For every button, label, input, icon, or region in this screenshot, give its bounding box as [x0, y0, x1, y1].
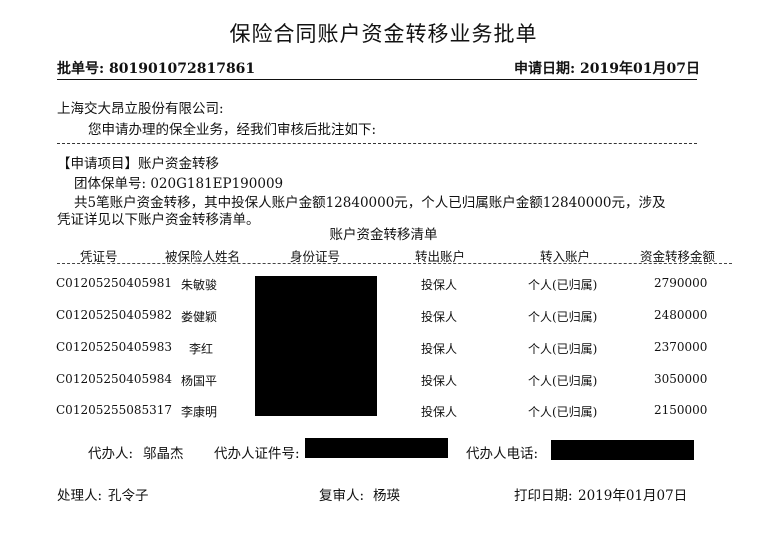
date-label: 申请日期:	[514, 61, 576, 77]
name-cell: 杨国平	[181, 374, 218, 388]
name-cell: 朱敏骏	[181, 278, 218, 292]
from-cell: 投保人	[421, 278, 458, 292]
to-cell: 个人(已归属)	[528, 374, 598, 388]
handler-name: 孔令子	[108, 488, 149, 504]
name-cell: 李康明	[181, 405, 218, 419]
reviewer-label: 复审人:	[319, 488, 365, 504]
to-cell: 个人(已归属)	[528, 278, 598, 292]
amount-cell: 3050000	[654, 372, 708, 386]
document-title: 保险合同账户资金转移业务批单	[229, 22, 538, 46]
batch-label: 批单号:	[57, 61, 105, 77]
amount-cell: 2370000	[654, 340, 708, 354]
voucher-cell: C01205250405983	[56, 340, 173, 354]
voucher-cell: C01205250405981	[56, 276, 173, 290]
agent-name-label: 代办人:	[88, 446, 134, 462]
header-divider	[57, 79, 697, 80]
reviewer-name: 杨瑛	[373, 488, 400, 504]
batch-number: 批单号: 801901072817861	[57, 58, 255, 78]
date-value: 2019年01月07日	[580, 61, 700, 77]
amount-cell: 2480000	[654, 308, 708, 322]
voucher-cell: C01205255085317	[56, 403, 173, 417]
amount-cell: 2150000	[654, 403, 708, 417]
print-date: 2019年01月07日	[578, 488, 688, 504]
to-cell: 个人(已归属)	[528, 342, 598, 356]
agent-phone-redaction	[551, 440, 694, 460]
batch-value: 801901072817861	[109, 61, 256, 77]
intro-line: 您申请办理的保全业务，经我们审核后批注如下:	[88, 122, 377, 138]
name-cell: 娄健颖	[181, 310, 218, 324]
name-cell: 李红	[189, 342, 214, 356]
to-cell: 个人(已归属)	[528, 310, 598, 324]
agent-phone-label: 代办人电话:	[466, 446, 539, 462]
application-item: 【申请项目】账户资金转移	[57, 156, 219, 172]
table-header-divider	[57, 263, 732, 264]
to-cell: 个人(已归属)	[528, 405, 598, 419]
amount-cell: 2790000	[654, 276, 708, 290]
company-name: 上海交大昂立股份有限公司:	[57, 101, 224, 117]
application-date: 申请日期: 2019年01月07日	[514, 58, 700, 78]
print-date-label: 打印日期:	[514, 488, 573, 504]
agent-id-redaction	[305, 438, 448, 458]
handler-label: 处理人:	[57, 488, 103, 504]
voucher-cell: C01205250405982	[56, 308, 173, 322]
id-redaction	[255, 276, 377, 416]
group-policy-number: 团体保单号: 020G181EP190009	[74, 176, 284, 192]
from-cell: 投保人	[421, 374, 458, 388]
voucher-cell: C01205250405984	[56, 372, 173, 386]
section-divider	[57, 143, 697, 144]
from-cell: 投保人	[421, 405, 458, 419]
table-title: 账户资金转移清单	[329, 227, 438, 243]
agent-name: 邬晶杰	[143, 446, 184, 462]
from-cell: 投保人	[421, 342, 458, 356]
from-cell: 投保人	[421, 310, 458, 324]
agent-id-label: 代办人证件号:	[214, 446, 300, 462]
